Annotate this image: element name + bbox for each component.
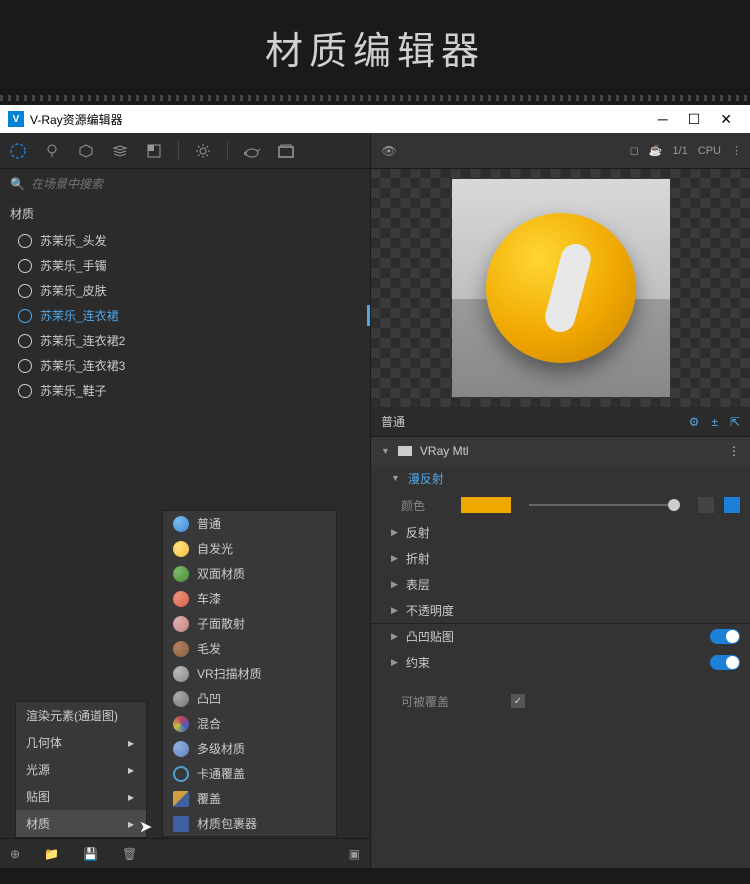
submenu-multisub[interactable]: 多级材质 bbox=[163, 736, 336, 761]
ctx-lights[interactable]: 光源▸ bbox=[16, 756, 146, 783]
material-item[interactable]: 苏茉乐_皮肤 bbox=[0, 278, 370, 303]
app-icon: V bbox=[8, 111, 24, 127]
color-swatch[interactable] bbox=[461, 497, 511, 513]
material-name-row: ▼ VRay Mtl ⋮ bbox=[371, 437, 750, 465]
render-frame-icon[interactable] bbox=[276, 141, 296, 161]
submenu-sss[interactable]: 子面散射 bbox=[163, 611, 336, 636]
material-type-icon bbox=[398, 446, 412, 456]
bottom-toolbar: ⊕ 📁 💾 🗑 ▣ bbox=[0, 838, 370, 868]
preview-menu-icon[interactable]: ⋮ bbox=[731, 144, 742, 157]
preview-teapot-icon[interactable]: ☕ bbox=[649, 144, 663, 157]
override-row: 可被覆盖 ✓ bbox=[371, 687, 750, 715]
material-menu-icon[interactable]: ⋮ bbox=[728, 444, 740, 458]
submenu-wrapper[interactable]: 材质包裹器 bbox=[163, 811, 336, 836]
submenu-vrscan[interactable]: VR扫描材质 bbox=[163, 661, 336, 686]
override-checkbox[interactable]: ✓ bbox=[511, 694, 525, 708]
add-icon[interactable]: ⊕ bbox=[10, 847, 20, 861]
layers-tab-icon[interactable] bbox=[110, 141, 130, 161]
ctx-render-elements[interactable]: 渲染元素(通道图) bbox=[16, 702, 146, 729]
search-input[interactable] bbox=[31, 177, 360, 191]
submenu-override[interactable]: 覆盖 bbox=[163, 786, 336, 811]
submenu-carpaint[interactable]: 车漆 bbox=[163, 586, 336, 611]
material-item-selected[interactable]: 苏茉乐_连衣裙 bbox=[0, 303, 370, 328]
section-opacity[interactable]: ▶不透明度 bbox=[371, 597, 750, 623]
section-binding[interactable]: ▶约束 bbox=[371, 649, 750, 675]
material-name: VRay Mtl bbox=[420, 444, 469, 458]
settings-small-icon[interactable]: ⚙ bbox=[689, 415, 700, 429]
preview-frame-icon[interactable]: ◻ bbox=[630, 144, 639, 157]
delete-icon[interactable]: 🗑 bbox=[122, 847, 137, 861]
maximize-button[interactable]: ☐ bbox=[688, 111, 701, 128]
asset-toolbar bbox=[0, 133, 370, 169]
material-item[interactable]: 苏茉乐_手镯 bbox=[0, 253, 370, 278]
geometry-tab-icon[interactable] bbox=[76, 141, 96, 161]
submenu-blend[interactable]: 混合 bbox=[163, 711, 336, 736]
property-tab-label[interactable]: 普通 bbox=[381, 413, 405, 430]
folder-icon[interactable]: 📁 bbox=[44, 847, 59, 861]
submenu-hair[interactable]: 毛发 bbox=[163, 636, 336, 661]
texture-enable-button[interactable] bbox=[724, 497, 740, 513]
material-preview bbox=[371, 169, 750, 407]
property-tab-header: 普通 ⚙ ± ⇱ bbox=[371, 407, 750, 437]
section-diffuse[interactable]: ▼漫反射 bbox=[371, 465, 750, 491]
ctx-textures[interactable]: 贴图▸ bbox=[16, 783, 146, 810]
properties-panel: 👁 ◻ ☕ 1/1 CPU ⋮ 普通 ⚙ ± ⇱ bbox=[370, 133, 750, 868]
diffuse-amount-slider[interactable] bbox=[529, 504, 680, 506]
expand-icon[interactable]: ⇱ bbox=[730, 415, 740, 429]
titlebar: V V-Ray资源编辑器 ─ ☐ ✕ bbox=[0, 105, 750, 133]
search-row: 🔍 bbox=[0, 169, 370, 199]
preview-fraction: 1/1 bbox=[672, 145, 687, 157]
asset-panel: 🔍 材质 苏茉乐_头发 苏茉乐_手镯 苏茉乐_皮肤 苏茉乐_连衣裙 苏茉乐_连衣… bbox=[0, 133, 370, 868]
window-title: V-Ray资源编辑器 bbox=[30, 111, 658, 128]
param-color: 颜色 bbox=[371, 491, 750, 519]
submenu-generic[interactable]: 普通 bbox=[163, 511, 336, 536]
collapse-icon[interactable]: ▼ bbox=[381, 446, 390, 456]
material-item[interactable]: 苏茉乐_头发 bbox=[0, 228, 370, 253]
teapot-icon[interactable] bbox=[242, 141, 262, 161]
submenu-twosided[interactable]: 双面材质 bbox=[163, 561, 336, 586]
bump-toggle[interactable] bbox=[710, 629, 740, 644]
section-refract[interactable]: ▶折射 bbox=[371, 545, 750, 571]
ctx-geometry[interactable]: 几何体▸ bbox=[16, 729, 146, 756]
texture-tab-icon[interactable] bbox=[144, 141, 164, 161]
binid-toggle[interactable] bbox=[710, 655, 740, 670]
preview-viewport bbox=[452, 179, 670, 397]
submenu-toon[interactable]: 卡通覆盖 bbox=[163, 761, 336, 786]
section-reflect[interactable]: ▶反射 bbox=[371, 519, 750, 545]
material-item[interactable]: 苏茉乐_连衣裙3 bbox=[0, 353, 370, 378]
materials-submenu: 普通 自发光 双面材质 车漆 子面散射 毛发 VR扫描材质 凸凹 混合 多级材质… bbox=[162, 510, 337, 837]
preview-toggle-icon[interactable]: 👁 bbox=[379, 141, 399, 161]
submenu-emissive[interactable]: 自发光 bbox=[163, 536, 336, 561]
ctx-materials[interactable]: 材质▸ bbox=[16, 810, 146, 837]
section-coat[interactable]: ▶表层 bbox=[371, 571, 750, 597]
material-item[interactable]: 苏茉乐_连衣裙2 bbox=[0, 328, 370, 353]
preview-toolbar: 👁 ◻ ☕ 1/1 CPU ⋮ bbox=[371, 133, 750, 169]
preview-sphere bbox=[486, 213, 636, 363]
submenu-bump[interactable]: 凸凹 bbox=[163, 686, 336, 711]
settings-icon[interactable] bbox=[193, 141, 213, 161]
color-label: 颜色 bbox=[401, 497, 451, 514]
cursor-icon: ➤ bbox=[139, 817, 152, 837]
minimize-button[interactable]: ─ bbox=[658, 111, 668, 128]
add-layer-icon[interactable]: ± bbox=[711, 415, 718, 429]
app-window: V V-Ray资源编辑器 ─ ☐ ✕ 🔍 bbox=[0, 105, 750, 868]
search-icon: 🔍 bbox=[10, 177, 25, 191]
purge-icon[interactable]: ▣ bbox=[349, 847, 360, 861]
context-menu: 渲染元素(通道图) 几何体▸ 光源▸ 贴图▸ 材质▸ 普通 自发光 双面材质 车… bbox=[15, 701, 147, 838]
texture-slot-button[interactable] bbox=[698, 497, 714, 513]
page-title: 材质编辑器 bbox=[0, 0, 750, 95]
material-item[interactable]: 苏茉乐_鞋子 bbox=[0, 378, 370, 403]
close-button[interactable]: ✕ bbox=[720, 111, 732, 128]
override-label: 可被覆盖 bbox=[401, 693, 501, 710]
section-bump[interactable]: ▶凸凹贴图 bbox=[371, 623, 750, 649]
save-icon[interactable]: 💾 bbox=[83, 847, 98, 861]
preview-mode[interactable]: CPU bbox=[698, 145, 721, 157]
materials-section-header: 材质 bbox=[0, 199, 370, 228]
lights-tab-icon[interactable] bbox=[42, 141, 62, 161]
materials-tab-icon[interactable] bbox=[8, 141, 28, 161]
decorative-border bbox=[0, 95, 750, 101]
